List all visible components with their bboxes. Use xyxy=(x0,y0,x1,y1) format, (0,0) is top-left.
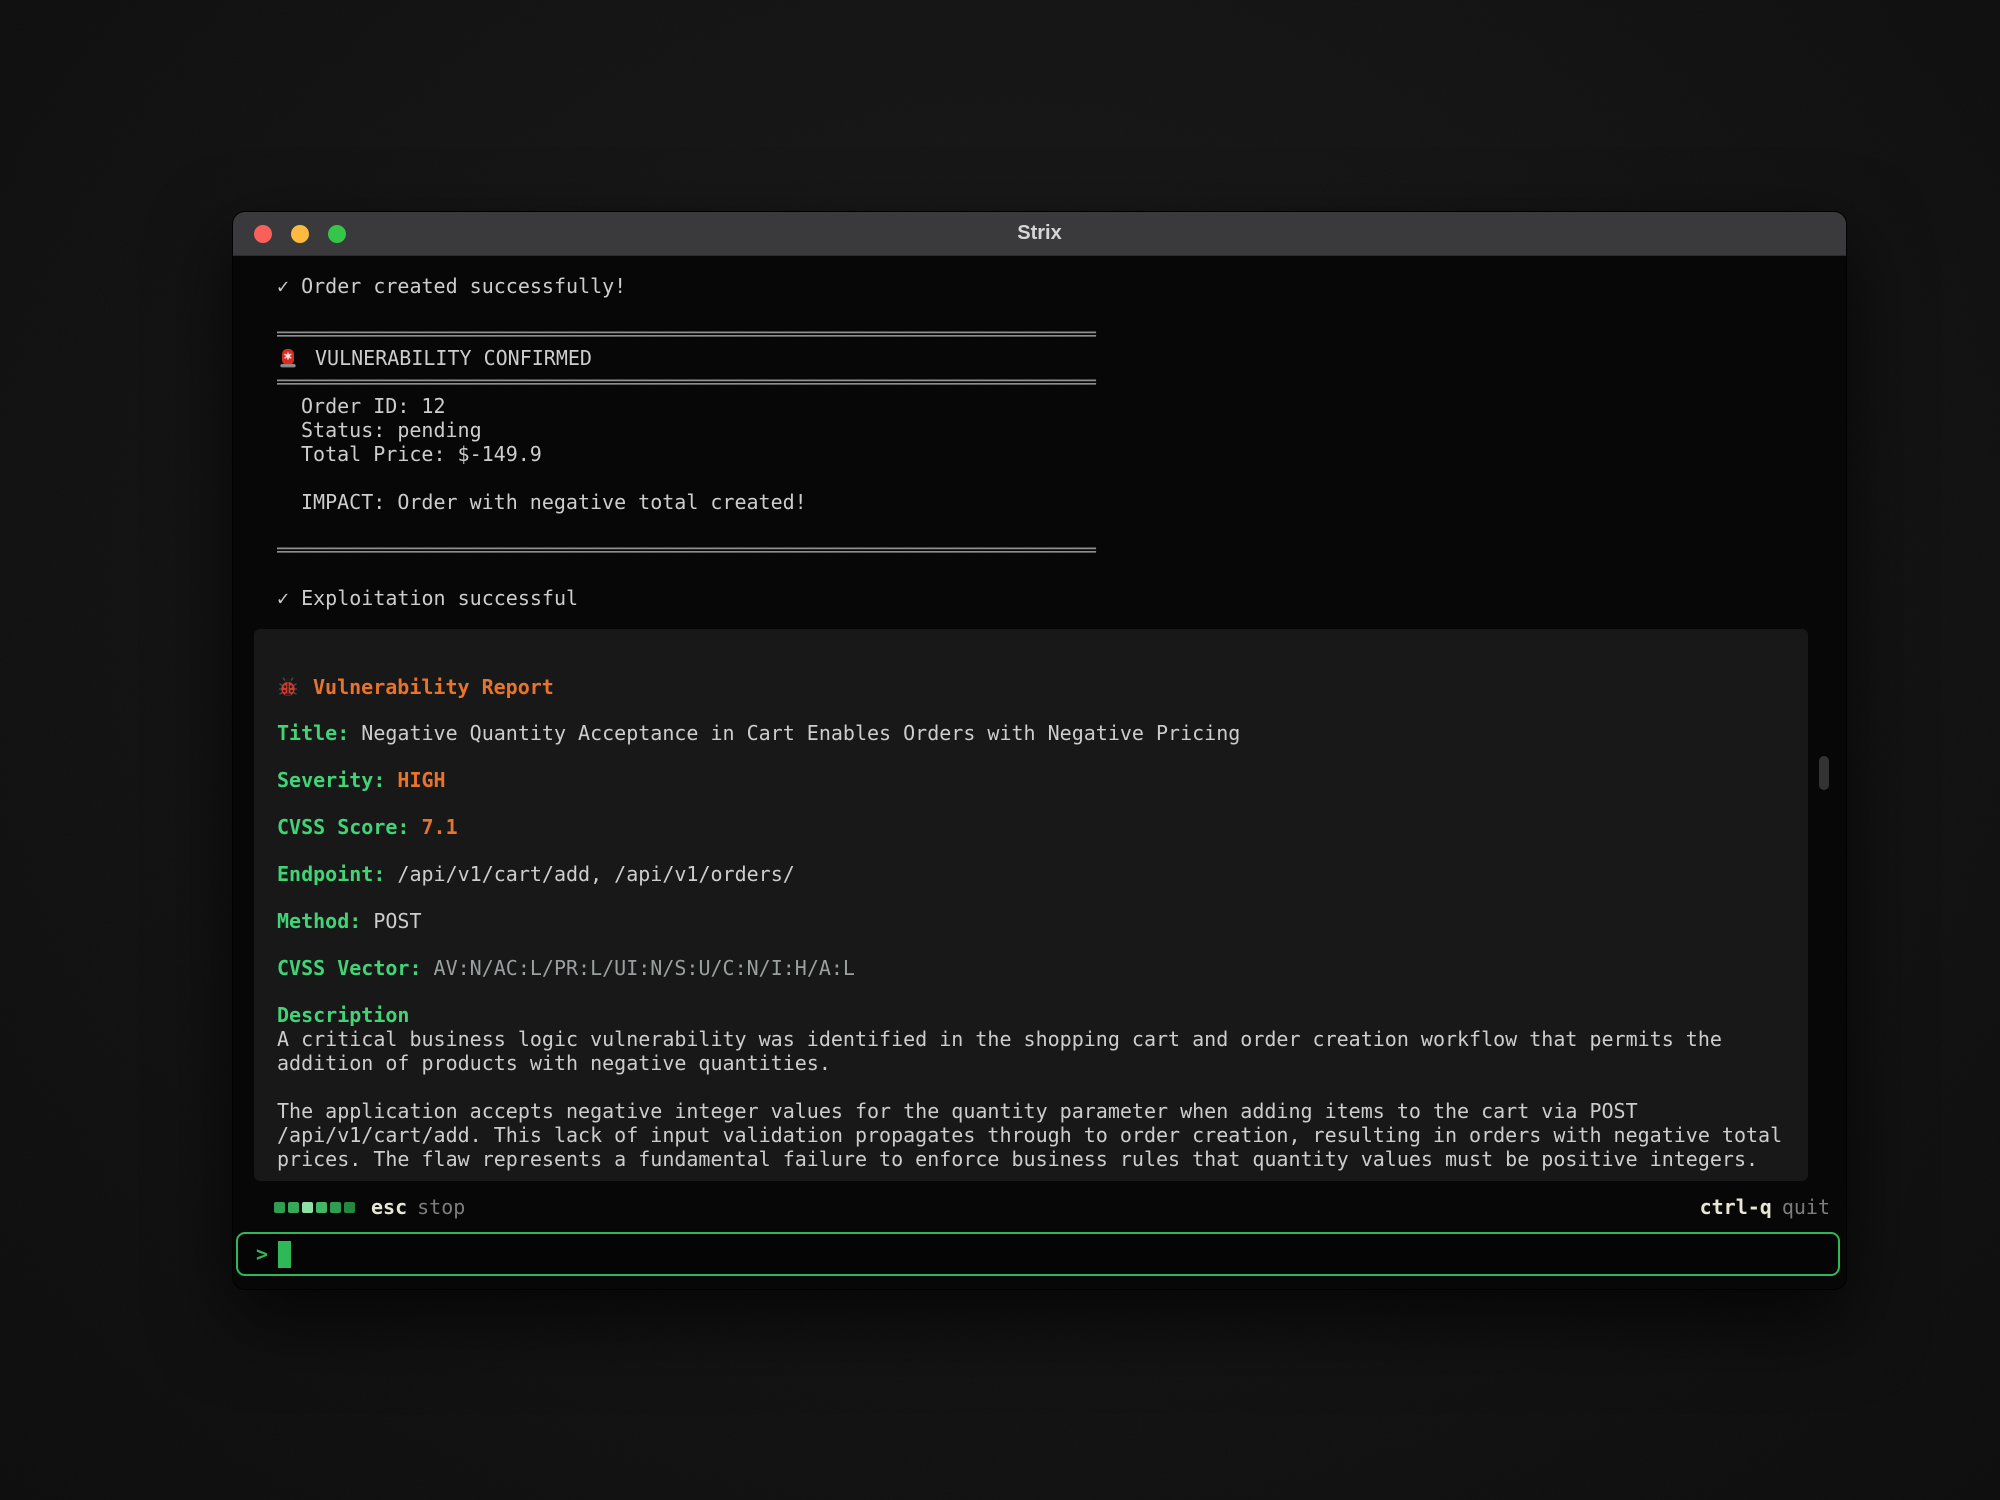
title-bar: Strix xyxy=(233,212,1846,256)
terminal-output: ✓ Order created successfully! ══════════… xyxy=(233,256,1846,610)
siren-icon xyxy=(277,347,299,369)
bug-icon xyxy=(277,676,299,698)
esc-action-label: stop xyxy=(417,1195,465,1219)
app-window: Strix ✓ Order created successfully! ════… xyxy=(233,212,1846,1289)
desktop-background: Strix ✓ Order created successfully! ════… xyxy=(0,0,2000,1500)
activity-spinner xyxy=(274,1202,355,1213)
exploitation-success-message: ✓ Exploitation successful xyxy=(277,586,1846,610)
report-header: Vulnerability Report xyxy=(277,675,1784,699)
prompt-symbol: > xyxy=(256,1242,268,1266)
report-field-cvss-score: CVSS Score: 7.1 xyxy=(277,815,1784,839)
quit-key-hint: ctrl-q xyxy=(1700,1195,1772,1219)
vulnerability-report-panel[interactable]: Vulnerability Report Title: Negative Qua… xyxy=(254,629,1808,1181)
text-cursor xyxy=(278,1241,291,1268)
field-value: Negative Quantity Acceptance in Cart Ena… xyxy=(349,721,1240,745)
quit-action-label: quit xyxy=(1782,1195,1830,1219)
field-label: Title: xyxy=(277,721,349,745)
field-value: POST xyxy=(361,909,421,933)
order-status-line: Status: pending xyxy=(277,418,1846,442)
status-bar: esc stop ctrl-q quit xyxy=(274,1195,1830,1219)
description-paragraph: A critical business logic vulnerability … xyxy=(277,1027,1784,1075)
field-label: Method: xyxy=(277,909,361,933)
vulnerability-confirmed-heading: VULNERABILITY CONFIRMED xyxy=(277,346,1846,370)
order-success-message: ✓ Order created successfully! xyxy=(277,274,1846,298)
field-value: 7.1 xyxy=(409,815,457,839)
command-input[interactable]: > xyxy=(236,1232,1840,1276)
report-field-cvss-vector: CVSS Vector: AV:N/AC:L/PR:L/UI:N/S:U/C:N… xyxy=(277,956,1784,980)
description-heading: Description xyxy=(277,1003,1784,1027)
order-total-line: Total Price: $-149.9 xyxy=(277,442,1846,466)
report-field-endpoint: Endpoint: /api/v1/cart/add, /api/v1/orde… xyxy=(277,862,1784,886)
separator-line: ════════════════════════════════════════… xyxy=(277,538,1846,562)
field-label: CVSS Vector: xyxy=(277,956,422,980)
scrollbar-thumb[interactable] xyxy=(1819,756,1829,790)
vulnerability-confirmed-label: VULNERABILITY CONFIRMED xyxy=(315,346,592,370)
description-paragraph: The application accepts negative integer… xyxy=(277,1099,1784,1171)
field-label: CVSS Score: xyxy=(277,815,409,839)
field-label: Endpoint: xyxy=(277,862,385,886)
field-value: /api/v1/cart/add, /api/v1/orders/ xyxy=(385,862,794,886)
field-label: Severity: xyxy=(277,768,385,792)
report-field-severity: Severity: HIGH xyxy=(277,768,1784,792)
separator-line: ════════════════════════════════════════… xyxy=(277,370,1846,394)
field-value: HIGH xyxy=(385,768,445,792)
window-title: Strix xyxy=(233,222,1846,245)
report-field-method: Method: POST xyxy=(277,909,1784,933)
impact-line: IMPACT: Order with negative total create… xyxy=(277,490,1846,514)
esc-key-hint: esc xyxy=(371,1195,407,1219)
field-value: AV:N/AC:L/PR:L/UI:N/S:U/C:N/I:H/A:L xyxy=(422,956,855,980)
separator-line: ════════════════════════════════════════… xyxy=(277,322,1846,346)
report-header-label: Vulnerability Report xyxy=(313,675,554,699)
order-id-line: Order ID: 12 xyxy=(277,394,1846,418)
report-field-title: Title: Negative Quantity Acceptance in C… xyxy=(277,721,1784,745)
